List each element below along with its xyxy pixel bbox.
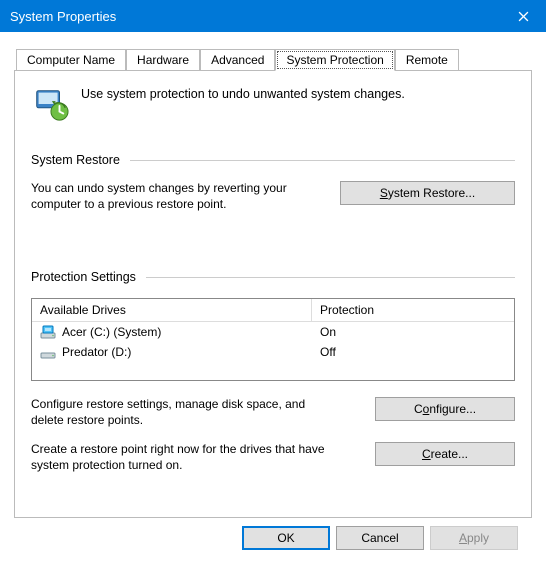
create-button[interactable]: Create... xyxy=(375,442,515,466)
drive-icon xyxy=(40,344,56,360)
tab-system-protection[interactable]: System Protection xyxy=(275,49,394,71)
system-protection-panel: Use system protection to undo unwanted s… xyxy=(14,70,532,518)
system-restore-button[interactable]: System Restore... xyxy=(340,181,515,205)
tab-computer-name[interactable]: Computer Name xyxy=(16,49,126,71)
dialog-footer: OK Cancel Apply xyxy=(14,518,532,550)
system-drive-icon xyxy=(40,324,56,340)
configure-description: Configure restore settings, manage disk … xyxy=(31,397,325,428)
drives-listview[interactable]: Available Drives Protection Acer (C:) (S… xyxy=(31,298,515,381)
column-available-drives[interactable]: Available Drives xyxy=(32,299,312,321)
list-item[interactable]: Predator (D:) Off xyxy=(32,342,514,362)
ok-button[interactable]: OK xyxy=(242,526,330,550)
client-area: Computer Name Hardware Advanced System P… xyxy=(0,32,546,556)
listview-header: Available Drives Protection xyxy=(32,299,514,322)
tab-hardware[interactable]: Hardware xyxy=(126,49,200,71)
column-protection[interactable]: Protection xyxy=(312,299,514,321)
titlebar: System Properties xyxy=(0,0,546,32)
tab-remote[interactable]: Remote xyxy=(395,49,459,71)
protection-settings-header: Protection Settings xyxy=(31,270,515,284)
window-title: System Properties xyxy=(10,9,500,24)
cancel-button[interactable]: Cancel xyxy=(336,526,424,550)
divider xyxy=(146,277,515,278)
drive-protection-status: On xyxy=(320,325,506,339)
tab-advanced[interactable]: Advanced xyxy=(200,49,275,71)
system-restore-icon xyxy=(31,85,69,123)
divider xyxy=(130,160,515,161)
protection-settings-header-label: Protection Settings xyxy=(31,270,136,284)
close-icon xyxy=(518,11,529,22)
list-item[interactable]: Acer (C:) (System) On xyxy=(32,322,514,342)
close-button[interactable] xyxy=(500,0,546,32)
intro-text: Use system protection to undo unwanted s… xyxy=(81,85,405,101)
drive-name: Predator (D:) xyxy=(62,345,131,359)
system-restore-header-label: System Restore xyxy=(31,153,120,167)
apply-button: Apply xyxy=(430,526,518,550)
configure-button[interactable]: Configure... xyxy=(375,397,515,421)
tab-strip: Computer Name Hardware Advanced System P… xyxy=(14,48,532,70)
drive-name: Acer (C:) (System) xyxy=(62,325,161,339)
system-restore-description: You can undo system changes by reverting… xyxy=(31,181,325,212)
drive-protection-status: Off xyxy=(320,345,506,359)
system-restore-header: System Restore xyxy=(31,153,515,167)
create-description: Create a restore point right now for the… xyxy=(31,442,325,473)
